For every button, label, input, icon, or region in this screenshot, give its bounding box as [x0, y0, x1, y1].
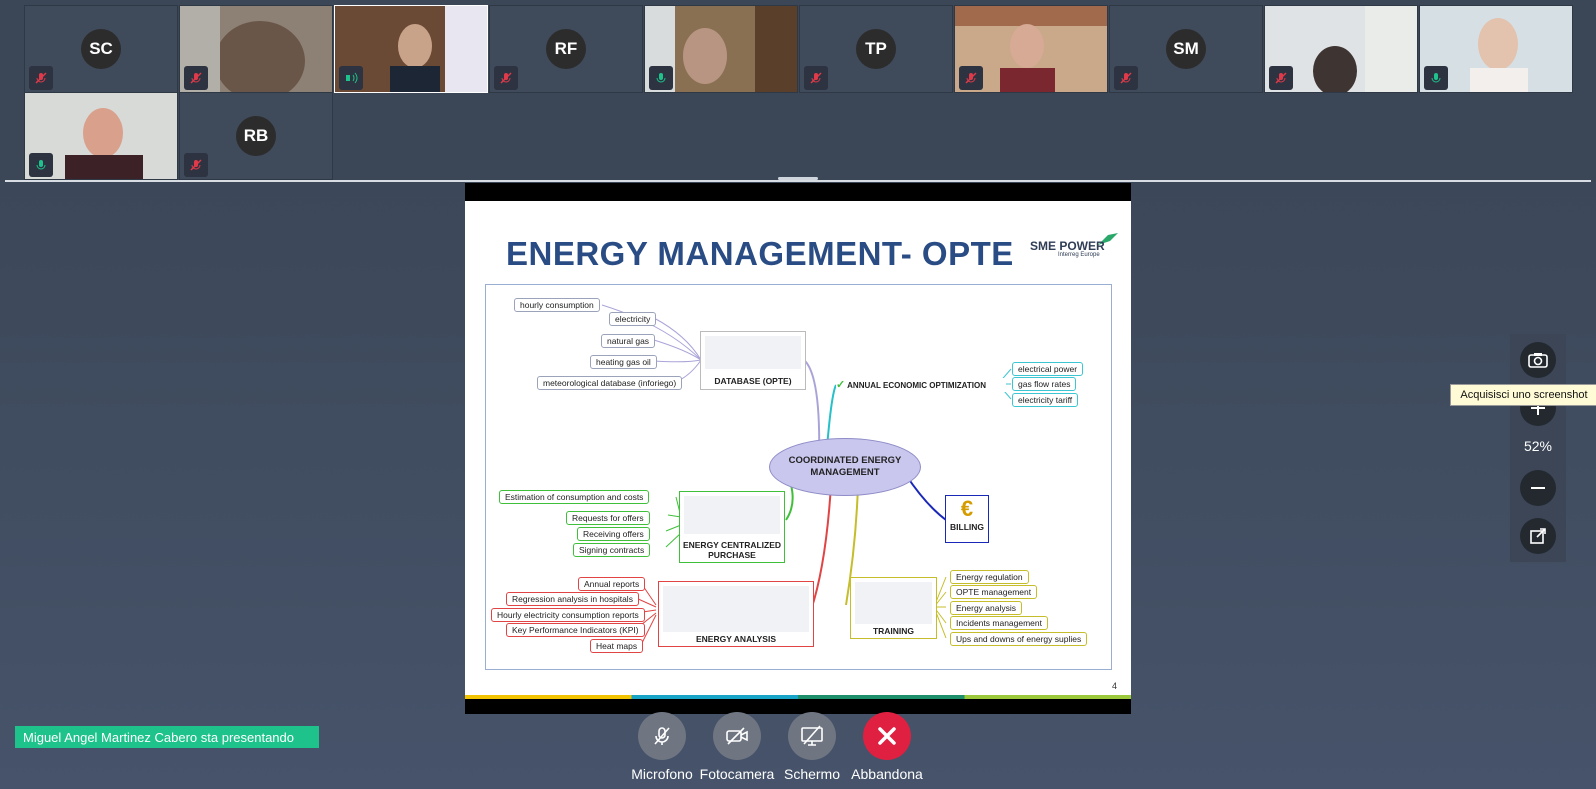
center-node: COORDINATED ENERGY MANAGEMENT: [769, 438, 921, 496]
mind-map: hourly consumption electricity natural g…: [485, 284, 1112, 670]
database-item: hourly consumption: [514, 298, 600, 312]
database-item: heating gas oil: [590, 355, 657, 369]
slide-page-number: 4: [1111, 681, 1117, 691]
slide-color-bar: [465, 695, 1131, 699]
annual-optimization-node: ✓ ANNUAL ECONOMIC OPTIMIZATION: [836, 378, 1006, 392]
training-item: Energy analysis: [950, 601, 1023, 615]
purchase-item: Receiving offers: [577, 527, 650, 541]
training-item: Incidents management: [950, 616, 1048, 630]
database-node: DATABASE (OPTE): [700, 331, 806, 390]
mic-off-icon: [638, 712, 686, 760]
annual-item: gas flow rates: [1012, 377, 1077, 391]
participant-tile[interactable]: RF: [489, 5, 643, 93]
screenshot-tooltip: Acquisisci uno screenshot: [1450, 384, 1596, 406]
external-link-icon: [1530, 528, 1546, 544]
slide-title: ENERGY MANAGEMENT- OPTE: [506, 235, 1014, 272]
mic-muted-icon: [494, 66, 518, 90]
mic-toggle-button[interactable]: Microfono: [622, 712, 702, 782]
training-thumbnail: [855, 582, 932, 624]
avatar: SM: [1166, 29, 1206, 69]
screenshot-button[interactable]: [1520, 342, 1556, 378]
participant-tile[interactable]: SM: [1109, 5, 1263, 93]
purchase-item: Signing contracts: [573, 543, 651, 557]
close-icon: [863, 712, 911, 760]
participant-tile[interactable]: SC: [24, 5, 178, 93]
purchase-item: Estimation of consumption and costs: [499, 490, 650, 504]
avatar: RF: [546, 29, 586, 69]
mic-muted-icon: [29, 66, 53, 90]
participant-tile[interactable]: [954, 5, 1108, 93]
screen-share-off-icon: [788, 712, 836, 760]
camera-icon: [1528, 353, 1548, 368]
participant-tile[interactable]: [1419, 5, 1573, 93]
purchase-thumbnail: [684, 496, 780, 534]
participant-tile[interactable]: [24, 92, 178, 180]
mic-muted-icon: [959, 66, 983, 90]
avatar: SC: [81, 29, 121, 69]
annual-item: electricity tariff: [1012, 393, 1079, 407]
euro-icon: €: [960, 496, 974, 521]
database-item: meteorological database (inforiego): [537, 376, 683, 390]
screen-label: Schermo: [783, 766, 841, 782]
leave-call-button[interactable]: Abbandona: [847, 712, 927, 782]
avatar: TP: [856, 29, 896, 69]
analysis-item: Annual reports: [578, 577, 646, 591]
participant-tile-active-speaker[interactable]: [334, 5, 488, 93]
presentation-slide: ENERGY MANAGEMENT- OPTE SME POWER Interr…: [465, 201, 1131, 699]
participant-tile[interactable]: TP: [799, 5, 953, 93]
mic-muted-icon: [184, 153, 208, 177]
screen-share-controls: 52%: [1510, 334, 1566, 562]
training-node: TRAINING: [850, 577, 937, 639]
analysis-item: Hourly electricity consumption reports: [491, 608, 645, 622]
purchase-node: ENERGY CENTRALIZED PURCHASE: [679, 491, 785, 563]
camera-label: Fotocamera: [699, 766, 775, 782]
participant-tile[interactable]: RB: [179, 92, 333, 180]
purchase-item: Requests for offers: [566, 511, 650, 525]
strip-divider[interactable]: [5, 180, 1591, 182]
billing-node: € BILLING: [945, 495, 989, 543]
analysis-node: ENERGY ANALYSIS: [658, 581, 814, 647]
mic-on-icon: [649, 66, 673, 90]
pop-out-button[interactable]: [1520, 518, 1556, 554]
database-item: electricity: [609, 312, 657, 326]
participant-tile[interactable]: [1264, 5, 1418, 93]
analysis-item: Heat maps: [590, 639, 644, 653]
analysis-item: Regression analysis in hospitals: [506, 592, 639, 606]
check-icon: ✓: [836, 379, 846, 391]
training-item: Ups and downs of energy suplies: [950, 632, 1088, 646]
mic-on-icon: [1424, 66, 1448, 90]
screen-share-toggle-button[interactable]: Schermo: [772, 712, 852, 782]
zoom-out-button[interactable]: [1520, 470, 1556, 506]
sme-power-logo: SME POWER Interreg Europe: [1030, 231, 1120, 261]
mic-muted-icon: [804, 66, 828, 90]
training-item: OPTE management: [950, 585, 1038, 599]
training-item: Energy regulation: [950, 570, 1029, 584]
zoom-level: 52%: [1523, 438, 1553, 454]
mic-on-icon: [29, 153, 53, 177]
leave-label: Abbandona: [851, 766, 923, 782]
resize-handle[interactable]: [778, 177, 818, 180]
minus-icon: [1531, 487, 1545, 489]
participant-tile[interactable]: [179, 5, 333, 93]
participant-tile[interactable]: [644, 5, 798, 93]
camera-off-icon: [713, 712, 761, 760]
avatar: RB: [236, 116, 276, 156]
speaker-active-icon: [339, 66, 363, 90]
camera-toggle-button[interactable]: Fotocamera: [697, 712, 777, 782]
presenter-banner: Miguel Angel Martinez Cabero sta present…: [15, 726, 319, 748]
analysis-thumbnail: [663, 586, 809, 632]
mic-muted-icon: [184, 66, 208, 90]
analysis-item: Key Performance Indicators (KPI): [506, 623, 645, 637]
annual-item: electrical power: [1012, 362, 1084, 376]
mic-label: Microfono: [631, 766, 693, 782]
database-item: natural gas: [601, 334, 656, 348]
mic-muted-icon: [1269, 66, 1293, 90]
shared-screen[interactable]: ENERGY MANAGEMENT- OPTE SME POWER Interr…: [465, 183, 1131, 714]
database-thumbnail: [705, 336, 801, 369]
mic-muted-icon: [1114, 66, 1138, 90]
